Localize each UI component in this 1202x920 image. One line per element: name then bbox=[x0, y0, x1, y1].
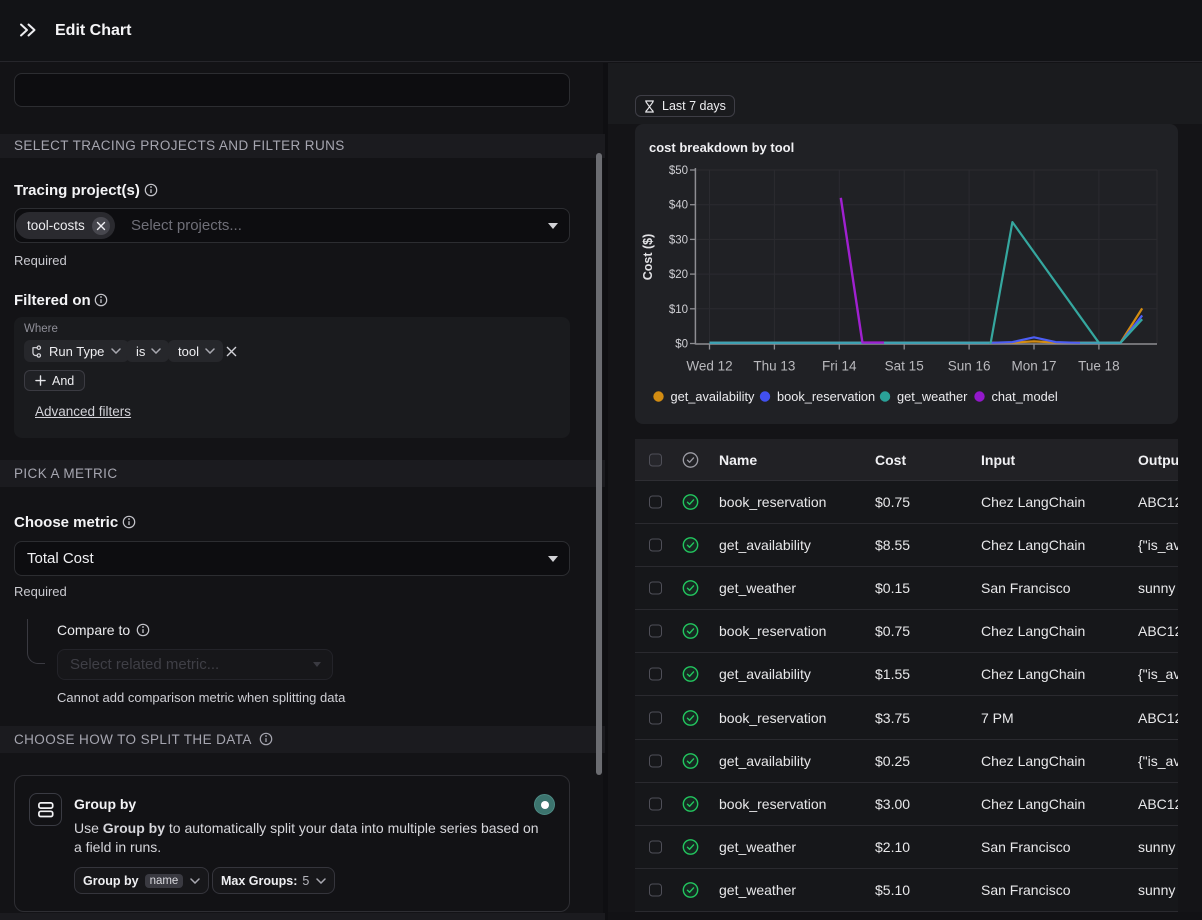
svg-text:$0: $0 bbox=[675, 339, 688, 351]
svg-text:book_reservation: book_reservation bbox=[777, 389, 875, 404]
svg-text:Sat 15: Sat 15 bbox=[885, 359, 924, 374]
svg-text:$20: $20 bbox=[669, 269, 688, 281]
svg-text:get_weather: get_weather bbox=[897, 389, 968, 404]
svg-text:$50: $50 bbox=[669, 165, 688, 177]
svg-text:$40: $40 bbox=[669, 200, 688, 212]
svg-text:get_availability: get_availability bbox=[671, 389, 756, 404]
svg-text:Cost ($): Cost ($) bbox=[641, 234, 655, 281]
svg-text:Wed 12: Wed 12 bbox=[686, 359, 732, 374]
svg-text:$10: $10 bbox=[669, 304, 688, 316]
svg-text:Tue 18: Tue 18 bbox=[1078, 359, 1120, 374]
svg-text:Thu 13: Thu 13 bbox=[753, 359, 795, 374]
svg-text:$30: $30 bbox=[669, 234, 688, 246]
svg-text:chat_model: chat_model bbox=[992, 389, 1058, 404]
svg-text:Fri 14: Fri 14 bbox=[822, 359, 857, 374]
svg-text:Sun 16: Sun 16 bbox=[948, 359, 991, 374]
svg-text:Mon 17: Mon 17 bbox=[1011, 359, 1056, 374]
